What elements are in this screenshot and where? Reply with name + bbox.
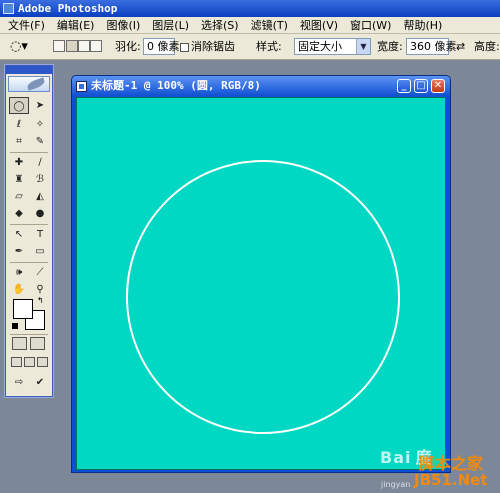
antialias-label: 消除锯齿: [191, 40, 235, 53]
maximize-button[interactable]: □: [414, 79, 428, 93]
close-button[interactable]: ✕: [431, 79, 445, 93]
style-label: 样式:: [256, 40, 282, 53]
document-window: 未标题-1 @ 100% (圆, RGB/8) _ □ ✕: [71, 75, 451, 473]
path-select-icon[interactable]: ↖: [9, 226, 29, 243]
paint-bucket-icon[interactable]: ◭: [30, 188, 50, 205]
ellipse-marquee-preset-icon[interactable]: ◌▾: [10, 39, 28, 55]
photoshop-app-icon: [3, 3, 14, 14]
menu-bar: 文件(F) 编辑(E) 图像(I) 图层(L) 选择(S) 滤镜(T) 视图(V…: [0, 17, 500, 34]
default-colors-icon[interactable]: [12, 323, 18, 329]
menu-file[interactable]: 文件(F): [2, 17, 51, 33]
menu-select[interactable]: 选择(S): [195, 17, 245, 33]
intersect-selection-icon[interactable]: [90, 40, 102, 52]
menu-window[interactable]: 窗口(W): [344, 17, 397, 33]
brush-icon[interactable]: ∕: [30, 154, 50, 171]
lasso-icon[interactable]: ℓ: [9, 116, 29, 133]
feather-logo-icon[interactable]: [8, 76, 50, 92]
stamp-icon[interactable]: ♜: [9, 171, 29, 188]
chevron-down-icon[interactable]: ▼: [356, 39, 370, 54]
slice-icon[interactable]: ✎: [30, 133, 50, 150]
new-selection-icon[interactable]: [53, 40, 65, 52]
feather-input[interactable]: 0 像素: [143, 38, 180, 55]
toolbox: ◯ ➤ ℓ ✧ ⌗ ✎ ✚ ∕ ♜ ℬ ▱ ◭ ◆ ● ↖ T ✒ ▭ 🕪 ⟋ …: [5, 65, 53, 397]
full-screen-icon[interactable]: [37, 357, 48, 367]
standard-screen-icon[interactable]: [11, 357, 22, 367]
foreground-color-swatch[interactable]: [13, 299, 33, 319]
hand-icon[interactable]: ✋: [9, 281, 29, 298]
minimize-button[interactable]: _: [397, 79, 411, 93]
history-brush-icon[interactable]: ℬ: [30, 171, 50, 188]
eyedropper-icon[interactable]: ⟋: [30, 264, 50, 281]
healing-icon[interactable]: ✚: [9, 154, 29, 171]
eraser-icon[interactable]: ▱: [9, 188, 29, 205]
antialias-checkbox[interactable]: [180, 43, 189, 52]
toolbox-titlebar[interactable]: [6, 66, 52, 74]
circle-selection-outline: [126, 160, 400, 434]
app-title-bar: Adobe Photoshop: [0, 0, 500, 17]
move-icon[interactable]: ➤: [30, 97, 50, 114]
toolbox-divider: [10, 152, 48, 153]
options-bar: ◌▾ 羽化: 0 像素 消除锯齿 样式: 固定大小 ▼ 宽度: 360 像素 ⇄…: [0, 34, 500, 60]
style-select[interactable]: 固定大小 ▼: [294, 38, 371, 55]
menu-edit[interactable]: 编辑(E): [51, 17, 101, 33]
subtract-selection-icon[interactable]: [78, 40, 90, 52]
width-label: 宽度:: [377, 40, 403, 53]
crop-icon[interactable]: ⌗: [9, 133, 29, 150]
menu-help[interactable]: 帮助(H): [397, 17, 448, 33]
menu-filter[interactable]: 滤镜(T): [245, 17, 294, 33]
jump-to-imageready-icon[interactable]: ⇨: [9, 374, 29, 391]
quick-mask-icon[interactable]: [30, 337, 45, 350]
app-title: Adobe Photoshop: [18, 2, 118, 15]
dodge-icon[interactable]: ●: [30, 205, 50, 222]
width-input[interactable]: 360 像素: [406, 38, 457, 55]
menu-view[interactable]: 视图(V): [294, 17, 344, 33]
menu-layer[interactable]: 图层(L): [146, 17, 195, 33]
type-icon[interactable]: T: [30, 226, 50, 243]
style-select-value: 固定大小: [298, 40, 342, 53]
blur-icon[interactable]: ◆: [9, 205, 29, 222]
imageready-icon[interactable]: ✔: [30, 374, 50, 391]
standard-mode-icon[interactable]: [12, 337, 27, 350]
jb51-watermark: JB51.Net: [414, 471, 488, 489]
feather-label: 羽化:: [115, 40, 141, 53]
magic-wand-icon[interactable]: ✧: [30, 116, 50, 133]
toolbox-divider: [10, 334, 48, 335]
swap-colors-icon[interactable]: ↰: [37, 296, 44, 305]
add-selection-icon[interactable]: [66, 40, 78, 52]
document-titlebar[interactable]: 未标题-1 @ 100% (圆, RGB/8): [72, 76, 450, 96]
shape-icon[interactable]: ▭: [30, 243, 50, 260]
jingyan-watermark: jingyan: [381, 480, 411, 489]
document-icon: [76, 81, 87, 92]
document-title: 未标题-1 @ 100% (圆, RGB/8): [91, 79, 261, 92]
full-screen-menu-icon[interactable]: [24, 357, 35, 367]
notes-icon[interactable]: 🕪: [9, 264, 29, 281]
pen-icon[interactable]: ✒: [9, 243, 29, 260]
swap-dimensions-icon[interactable]: ⇄: [456, 39, 465, 55]
toolbox-divider: [10, 224, 48, 225]
height-label: 高度:: [474, 40, 500, 53]
toolbox-divider: [10, 262, 48, 263]
marquee-ellipse-icon[interactable]: ◯: [9, 97, 29, 114]
menu-image[interactable]: 图像(I): [100, 17, 146, 33]
image-canvas[interactable]: [76, 97, 446, 470]
